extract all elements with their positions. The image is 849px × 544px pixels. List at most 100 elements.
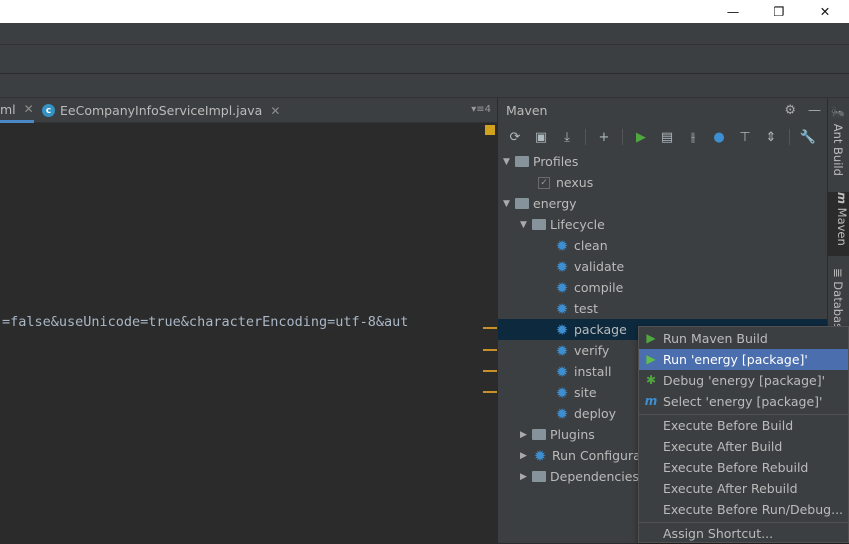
lifecycle-gear-icon: ✹ — [555, 278, 569, 297]
tab-list-menu[interactable]: ▾≡4 — [471, 104, 491, 115]
run-icon[interactable]: ▶ — [630, 126, 652, 148]
side-tab-label: Ant Build — [831, 123, 845, 176]
menu-item-debug-energy-package[interactable]: ✱ Debug 'energy [package]' — [639, 370, 848, 391]
editor-tab-bar: ml ✕ c EeCompanyInfoServiceImpl.java ✕ ▾… — [0, 98, 497, 123]
tree-node-test[interactable]: ✹ test — [554, 298, 598, 319]
menu-item-label: Execute After Build — [663, 439, 783, 454]
minimize-button[interactable]: — — [710, 0, 756, 23]
menu-item-run-energy-package[interactable]: ▶ Run 'energy [package]' — [639, 349, 848, 370]
node-label: Run Configura — [552, 448, 641, 463]
run-config-icon[interactable]: ▤ — [656, 126, 678, 148]
close-tab-icon[interactable]: ✕ — [24, 102, 34, 116]
node-label: energy — [533, 196, 577, 211]
maven-settings-wrench-icon[interactable]: 🔧 — [797, 126, 819, 148]
node-label: install — [574, 364, 612, 379]
toolbar-separator — [789, 129, 790, 145]
node-label: verify — [574, 343, 610, 358]
close-window-button[interactable]: ✕ — [802, 0, 848, 23]
context-menu: ▶ Run Maven Build ▶ Run 'energy [package… — [638, 326, 849, 543]
database-icon: ≣ — [831, 268, 845, 278]
plugins-folder-icon — [532, 429, 546, 440]
tree-node-compile[interactable]: ✹ compile — [554, 277, 624, 298]
side-tab-label: Databas — [831, 281, 845, 330]
lifecycle-gear-icon: ✹ — [555, 404, 569, 423]
lifecycle-gear-icon: ✹ — [555, 320, 569, 339]
maven-side-tab[interactable]: m Maven — [828, 192, 849, 256]
settings-gear-icon[interactable]: ⚙ — [784, 103, 796, 118]
profile-checkbox[interactable]: ✓ — [538, 176, 550, 189]
tree-node-clean[interactable]: ✹ clean — [554, 235, 608, 256]
run-icon: ▶ — [646, 352, 656, 366]
lifecycle-gear-icon: ✹ — [555, 236, 569, 255]
tree-node-run-configurations[interactable]: ▶ ✹ Run Configura — [520, 445, 641, 466]
menu-item-execute-after-build[interactable]: Execute After Build — [639, 436, 848, 457]
menu-item-execute-before-build[interactable]: Execute Before Build — [639, 415, 848, 436]
menu-item-execute-before-rebuild[interactable]: Execute Before Rebuild — [639, 457, 848, 478]
add-icon[interactable]: + — [593, 126, 615, 148]
menu-item-label: Run 'energy [package]' — [663, 352, 808, 367]
tree-node-install[interactable]: ✹ install — [554, 361, 612, 382]
menu-item-label: Assign Shortcut... — [663, 526, 774, 541]
menu-item-run-maven-build[interactable]: ▶ Run Maven Build — [639, 328, 848, 349]
profiles-folder-icon — [515, 156, 529, 167]
menu-item-select-energy-package[interactable]: m Select 'energy [package]' — [639, 391, 848, 412]
tab-eecompanyinfoserviceimpl[interactable]: c EeCompanyInfoServiceImpl.java ✕ — [42, 98, 280, 123]
expand-arrow-icon[interactable]: ▶ — [520, 451, 532, 461]
expand-arrow-icon[interactable]: ▼ — [520, 220, 532, 230]
node-label: nexus — [556, 175, 594, 190]
toggle-offline-icon[interactable]: ⫲ — [682, 126, 704, 148]
close-icon: ✕ — [819, 4, 831, 19]
tab-xml-file[interactable]: ml ✕ — [0, 98, 34, 123]
toolbar-separator — [622, 129, 623, 145]
tree-node-dependencies[interactable]: ▶ Dependencies — [520, 466, 639, 487]
node-label: clean — [574, 238, 608, 253]
generate-sources-icon[interactable]: ▣ — [530, 126, 552, 148]
node-label: deploy — [574, 406, 617, 421]
tree-node-verify[interactable]: ✹ verify — [554, 340, 610, 361]
tree-node-profiles[interactable]: ▼ Profiles — [503, 151, 578, 172]
change-marker — [483, 349, 497, 351]
restore-button[interactable]: ❐ — [756, 0, 802, 23]
tree-node-energy[interactable]: ▼ energy — [503, 193, 577, 214]
tree-node-deploy[interactable]: ✹ deploy — [554, 403, 616, 424]
change-marker — [483, 370, 497, 372]
expand-arrow-icon[interactable]: ▶ — [520, 472, 532, 482]
error-stripe — [483, 123, 497, 543]
menu-item-label: Debug 'energy [package]' — [663, 373, 826, 388]
tree-node-site[interactable]: ✹ site — [554, 382, 597, 403]
node-label: package — [574, 322, 627, 337]
tab-label: EeCompanyInfoServiceImpl.java — [60, 103, 263, 118]
tree-node-validate[interactable]: ✹ validate — [554, 256, 625, 277]
node-label: Dependencies — [550, 469, 639, 484]
expand-arrow-icon[interactable]: ▼ — [503, 157, 515, 167]
skip-tests-icon[interactable]: ● — [708, 126, 730, 148]
ant-build-tab[interactable]: 🐜 Ant Build — [831, 106, 845, 176]
node-label: compile — [574, 280, 624, 295]
change-marker — [483, 327, 497, 329]
collapse-all-icon[interactable]: ⇕ — [760, 126, 782, 148]
expand-arrow-icon[interactable]: ▶ — [520, 430, 532, 440]
menu-item-execute-before-run-debug[interactable]: Execute Before Run/Debug... — [639, 499, 848, 520]
close-tab-icon[interactable]: ✕ — [270, 104, 280, 118]
menu-item-assign-shortcut[interactable]: Assign Shortcut... — [639, 523, 848, 544]
menu-item-label: Execute Before Rebuild — [663, 460, 809, 475]
download-icon[interactable]: ⤓ — [556, 126, 578, 148]
lifecycle-folder-icon — [532, 219, 546, 230]
code-editor[interactable]: =false&useUnicode=true&characterEncoding… — [0, 123, 483, 543]
show-dependencies-icon[interactable]: ⊤ — [734, 126, 756, 148]
tree-node-nexus[interactable]: ✓ nexus — [538, 172, 593, 193]
main-toolbar — [0, 45, 849, 74]
maven-icon: m — [644, 394, 658, 408]
hide-panel-icon[interactable]: — — [808, 103, 821, 118]
reimport-icon[interactable]: ⟳ — [504, 126, 526, 148]
tree-node-plugins[interactable]: ▶ Plugins — [520, 424, 595, 445]
menu-item-execute-after-rebuild[interactable]: Execute After Rebuild — [639, 478, 848, 499]
node-label: Profiles — [533, 154, 579, 169]
change-marker — [483, 391, 497, 393]
tree-node-lifecycle[interactable]: ▼ Lifecycle — [520, 214, 605, 235]
debug-icon: ✱ — [645, 373, 657, 387]
expand-arrow-icon[interactable]: ▼ — [503, 199, 515, 209]
node-label: Plugins — [550, 427, 595, 442]
menu-item-label: Run Maven Build — [663, 331, 768, 346]
database-side-tab[interactable]: ≣ Databas — [831, 268, 845, 329]
